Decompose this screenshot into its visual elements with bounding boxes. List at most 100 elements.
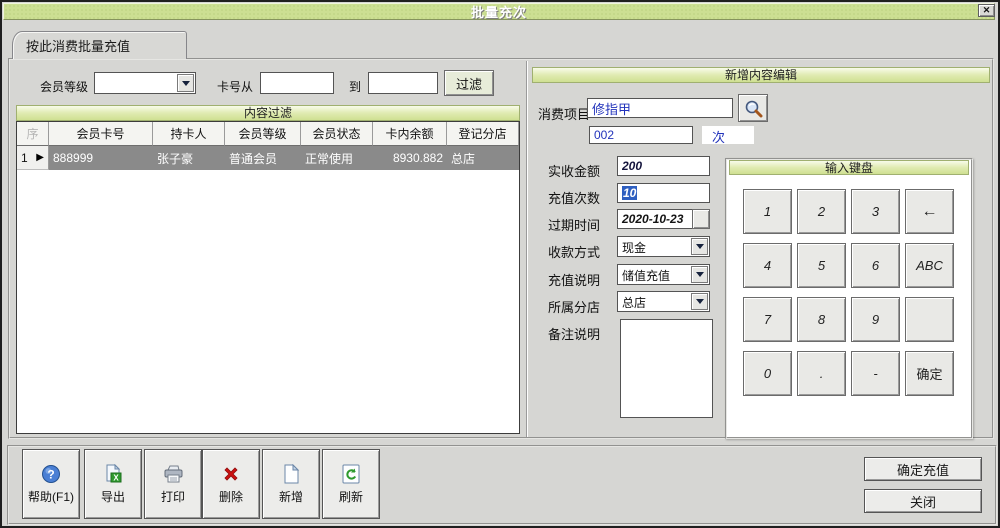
amount-input[interactable] <box>617 156 710 176</box>
toolbar-button-label: 导出 <box>100 490 125 504</box>
window-title: 批量充次 <box>470 5 527 20</box>
remark-textarea[interactable] <box>620 319 713 418</box>
key-2[interactable]: 2 <box>797 189 846 234</box>
key-1[interactable]: 1 <box>743 189 792 234</box>
refresh-icon <box>340 463 362 485</box>
keypad-header-bar: 输入键盘 <box>729 160 969 175</box>
remark-label: 备注说明 <box>548 327 601 342</box>
print-button[interactable]: 打印 <box>144 449 202 519</box>
col-index: 序 <box>17 122 49 146</box>
cell-card-no: 888999 <box>49 146 153 170</box>
member-level-select[interactable] <box>94 72 196 94</box>
search-button[interactable] <box>738 94 768 122</box>
card-from-input[interactable] <box>260 72 334 94</box>
key-confirm[interactable]: 确定 <box>905 351 954 396</box>
col-branch: 登记分店 <box>447 122 519 146</box>
row-marker-icon: ▶ <box>36 152 44 163</box>
key-8[interactable]: 8 <box>797 297 846 342</box>
filter-button[interactable]: 过滤 <box>444 70 494 96</box>
item-code-input[interactable] <box>589 126 693 144</box>
cell-holder: 张子豪 <box>153 146 225 170</box>
key-abc[interactable]: ABC <box>905 243 954 288</box>
key-blank[interactable] <box>905 297 954 342</box>
cell-level: 普通会员 <box>225 146 301 170</box>
member-level-label: 会员等级 <box>40 80 89 94</box>
table-header-row: 序 会员卡号 持卡人 会员等级 会员状态 卡内余额 登记分店 <box>17 122 519 146</box>
tab-label: 按此消费批量充值 <box>26 39 131 54</box>
card-from-label: 卡号从 <box>217 80 254 94</box>
consume-item-input[interactable] <box>587 98 733 118</box>
help-icon: ? <box>40 463 62 485</box>
cell-status: 正常使用 <box>301 146 373 170</box>
unit-label: 次 <box>702 126 754 145</box>
search-icon <box>742 97 764 119</box>
payment-select[interactable]: 现金 <box>617 236 710 257</box>
new-button[interactable]: 新增 <box>262 449 320 519</box>
chevron-down-icon[interactable] <box>691 293 708 310</box>
confirm-recharge-button[interactable]: 确定充值 <box>864 457 982 481</box>
toolbar-button-label: 删除 <box>218 490 243 504</box>
branch-select[interactable]: 总店 <box>617 291 710 312</box>
payment-value: 现金 <box>622 241 647 255</box>
key-6[interactable]: 6 <box>851 243 900 288</box>
key-7[interactable]: 7 <box>743 297 792 342</box>
branch-value: 总店 <box>622 296 647 310</box>
card-to-input[interactable] <box>368 72 438 94</box>
toolbar-button-label: 打印 <box>160 490 185 504</box>
times-selected-text: 10 <box>622 186 638 200</box>
member-table: 序 会员卡号 持卡人 会员等级 会员状态 卡内余额 登记分店 1 ▶ 88899… <box>16 121 520 434</box>
times-label: 充值次数 <box>548 191 601 206</box>
edit-header-bar: 新增内容编辑 <box>532 67 990 83</box>
batch-recharge-dialog: 批量充次 ✕ 按此消费批量充值 会员等级 卡号从 到 过滤 内容过滤 序 会员卡… <box>0 0 1000 528</box>
print-icon <box>162 463 184 485</box>
key-9[interactable]: 9 <box>851 297 900 342</box>
backspace-icon[interactable]: ← <box>905 189 954 234</box>
col-level: 会员等级 <box>225 122 301 146</box>
cell-branch: 总店 <box>447 146 519 170</box>
chevron-down-icon[interactable] <box>691 266 708 283</box>
toolbar-button-label: 刷新 <box>338 490 363 504</box>
close-button[interactable]: 关闭 <box>864 489 982 513</box>
svg-text:?: ? <box>47 468 54 482</box>
help-button[interactable]: ? 帮助(F1) <box>22 449 80 519</box>
payment-label: 收款方式 <box>548 245 601 260</box>
toolbar-button-label: 帮助(F1) <box>28 490 74 504</box>
col-card-no: 会员卡号 <box>49 122 153 146</box>
chevron-down-icon[interactable] <box>691 238 708 255</box>
panel-divider <box>526 61 528 437</box>
key-3[interactable]: 3 <box>851 189 900 234</box>
delete-button[interactable]: 删除 <box>202 449 260 519</box>
row-index-cell: 1 ▶ <box>17 146 49 170</box>
new-document-icon <box>280 463 302 485</box>
key-5[interactable]: 5 <box>797 243 846 288</box>
toolbar-button-label: 新增 <box>278 490 303 504</box>
expire-date-field[interactable]: 2020-10-23 <box>617 209 693 229</box>
svg-text:X: X <box>113 474 119 483</box>
key-0[interactable]: 0 <box>743 351 792 396</box>
list-header-bar: 内容过滤 <box>16 105 520 121</box>
refresh-button[interactable]: 刷新 <box>322 449 380 519</box>
title-bar: 批量充次 <box>3 3 995 20</box>
to-label: 到 <box>349 80 362 94</box>
cell-balance: 8930.882 <box>373 146 447 170</box>
consume-item-label: 消费项目 <box>538 107 591 122</box>
table-row[interactable]: 1 ▶ 888999 张子豪 普通会员 正常使用 8930.882 总店 <box>17 146 519 170</box>
recharge-desc-value: 储值充值 <box>622 269 671 283</box>
export-button[interactable]: X 导出 <box>84 449 142 519</box>
date-picker-button[interactable] <box>692 209 710 229</box>
col-status: 会员状态 <box>301 122 373 146</box>
expire-label: 过期时间 <box>548 218 601 233</box>
key-dot[interactable]: . <box>797 351 846 396</box>
times-input[interactable]: 10 <box>617 183 710 203</box>
key-minus[interactable]: - <box>851 351 900 396</box>
tab-batch-recharge[interactable]: 按此消费批量充值 <box>12 31 187 59</box>
key-4[interactable]: 4 <box>743 243 792 288</box>
recharge-desc-label: 充值说明 <box>548 273 601 288</box>
delete-icon <box>220 463 242 485</box>
close-icon[interactable]: ✕ <box>978 4 995 17</box>
chevron-down-icon[interactable] <box>177 74 194 92</box>
col-balance: 卡内余额 <box>373 122 447 146</box>
recharge-desc-select[interactable]: 储值充值 <box>617 264 710 285</box>
export-icon: X <box>102 463 124 485</box>
branch-label: 所属分店 <box>548 300 601 315</box>
